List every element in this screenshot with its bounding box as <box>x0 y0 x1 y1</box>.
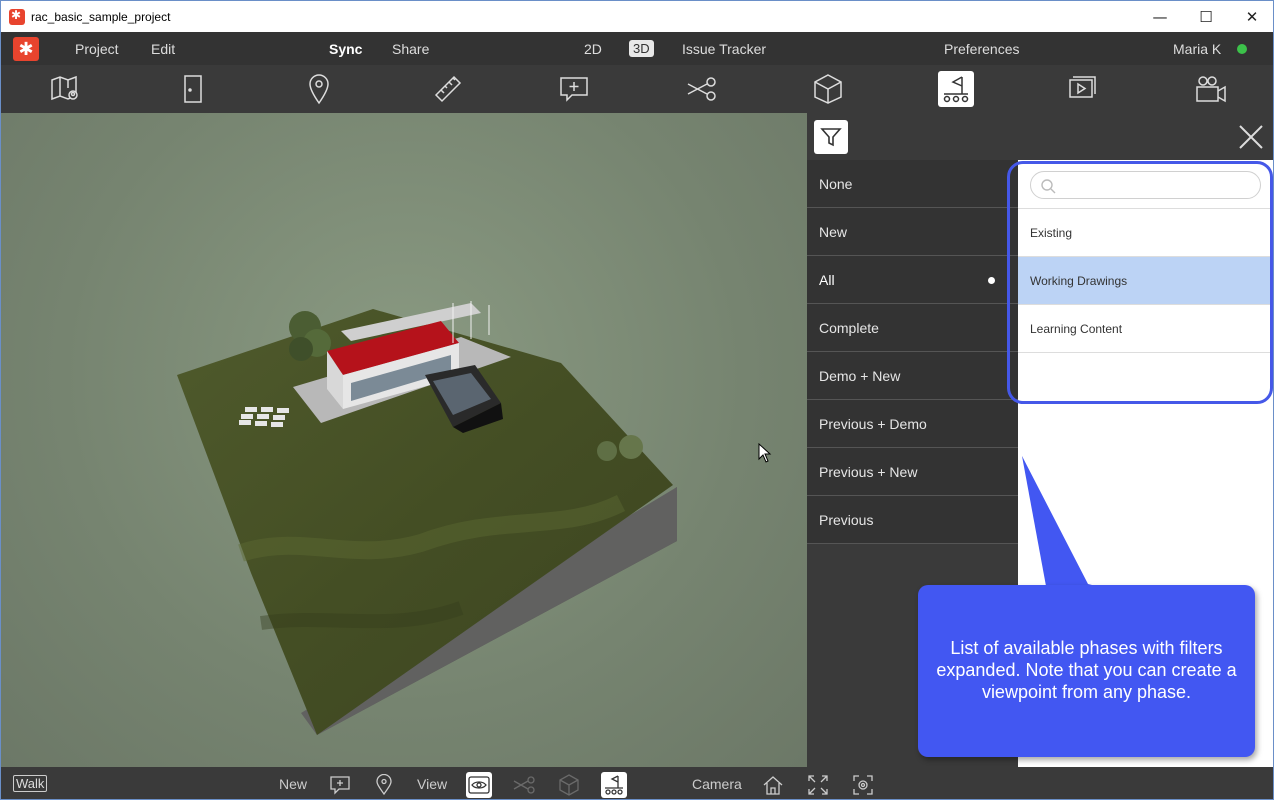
location-icon[interactable] <box>301 71 337 107</box>
focus-camera-icon[interactable] <box>850 772 876 798</box>
phase-flag-icon[interactable] <box>938 71 974 107</box>
new-location-icon[interactable] <box>371 772 397 798</box>
phase-panel-header <box>807 113 1273 160</box>
phase-label: Previous + New <box>819 463 918 480</box>
menu-project[interactable]: Project <box>75 41 119 57</box>
toggle-3d[interactable]: 3D <box>629 40 654 57</box>
section-box-icon[interactable] <box>556 772 582 798</box>
app-logo-icon <box>9 8 25 25</box>
close-window-button[interactable]: ✕ <box>1229 1 1273 32</box>
window-controls: — ☐ ✕ <box>1137 1 1273 32</box>
selected-indicator-icon <box>988 277 995 284</box>
site-model-render <box>177 301 677 735</box>
annotation-highlight-ring <box>1007 161 1273 404</box>
3d-viewport[interactable] <box>1 113 807 767</box>
phase-item-previous-demo[interactable]: Previous + Demo <box>807 400 1018 448</box>
phase-label: None <box>819 175 853 192</box>
walk-button[interactable]: Walk <box>13 775 48 792</box>
phase-label: Complete <box>819 319 879 336</box>
mouse-cursor-icon <box>758 443 772 463</box>
door-icon[interactable] <box>175 71 211 107</box>
slideshow-icon[interactable] <box>1065 71 1101 107</box>
cube-icon[interactable] <box>810 71 846 107</box>
camera-label: Camera <box>692 776 742 792</box>
callout-text: List of available phases with filters ex… <box>936 638 1237 702</box>
phase-item-none[interactable]: None <box>807 160 1018 208</box>
app-menu-logo-icon[interactable]: ✱ <box>13 37 39 61</box>
toggle-2d[interactable]: 2D <box>584 41 602 57</box>
eye-icon[interactable] <box>466 772 492 798</box>
phase-filter-icon[interactable] <box>601 772 627 798</box>
new-label: New <box>279 776 308 792</box>
maximize-button[interactable]: ☐ <box>1183 1 1229 32</box>
phase-label: Demo + New <box>819 367 901 384</box>
title-bar: rac_basic_sample_project — ☐ ✕ <box>1 1 1273 32</box>
callout-pointer <box>1022 456 1096 586</box>
new-comment-icon[interactable] <box>327 772 353 798</box>
menu-sync[interactable]: Sync <box>329 41 362 57</box>
phase-item-complete[interactable]: Complete <box>807 304 1018 352</box>
menu-edit[interactable]: Edit <box>151 41 175 57</box>
phase-label: All <box>819 271 835 288</box>
close-icon[interactable] <box>1235 121 1267 153</box>
annotation-callout: List of available phases with filters ex… <box>918 585 1255 757</box>
phase-item-all[interactable]: All <box>807 256 1018 304</box>
bottom-bar: Walk New View Camera <box>1 767 1273 799</box>
phase-label: Previous + Demo <box>819 415 927 432</box>
home-icon[interactable] <box>760 772 786 798</box>
main-toolbar <box>1 65 1273 113</box>
menu-bar: ✱ Project Edit Sync Share 2D 3D Issue Tr… <box>1 32 1273 65</box>
comment-add-icon[interactable] <box>556 71 592 107</box>
section-scissors-icon[interactable] <box>511 772 537 798</box>
menu-preferences[interactable]: Preferences <box>944 41 1019 57</box>
user-name[interactable]: Maria K <box>1173 41 1221 57</box>
phase-item-previous-new[interactable]: Previous + New <box>807 448 1018 496</box>
online-status-icon <box>1237 44 1247 54</box>
app-window: rac_basic_sample_project — ☐ ✕ ✱ Project… <box>0 0 1274 800</box>
phase-label: New <box>819 223 848 240</box>
scissors-icon[interactable] <box>684 71 720 107</box>
phase-label: Previous <box>819 511 874 528</box>
phase-item-new[interactable]: New <box>807 208 1018 256</box>
fit-view-icon[interactable] <box>805 772 831 798</box>
window-title: rac_basic_sample_project <box>31 9 171 24</box>
ruler-icon[interactable] <box>430 71 466 107</box>
phase-item-demo-new[interactable]: Demo + New <box>807 352 1018 400</box>
filter-icon[interactable] <box>814 120 848 154</box>
minimize-button[interactable]: — <box>1137 1 1183 32</box>
map-pin-icon[interactable] <box>47 71 83 107</box>
camera-icon[interactable] <box>1193 71 1229 107</box>
menu-share[interactable]: Share <box>392 41 429 57</box>
phase-item-previous[interactable]: Previous <box>807 496 1018 544</box>
menu-issue-tracker[interactable]: Issue Tracker <box>682 41 766 57</box>
phase-list: None New All Complete Demo + New Previou… <box>807 160 1018 544</box>
view-label: View <box>417 776 448 792</box>
